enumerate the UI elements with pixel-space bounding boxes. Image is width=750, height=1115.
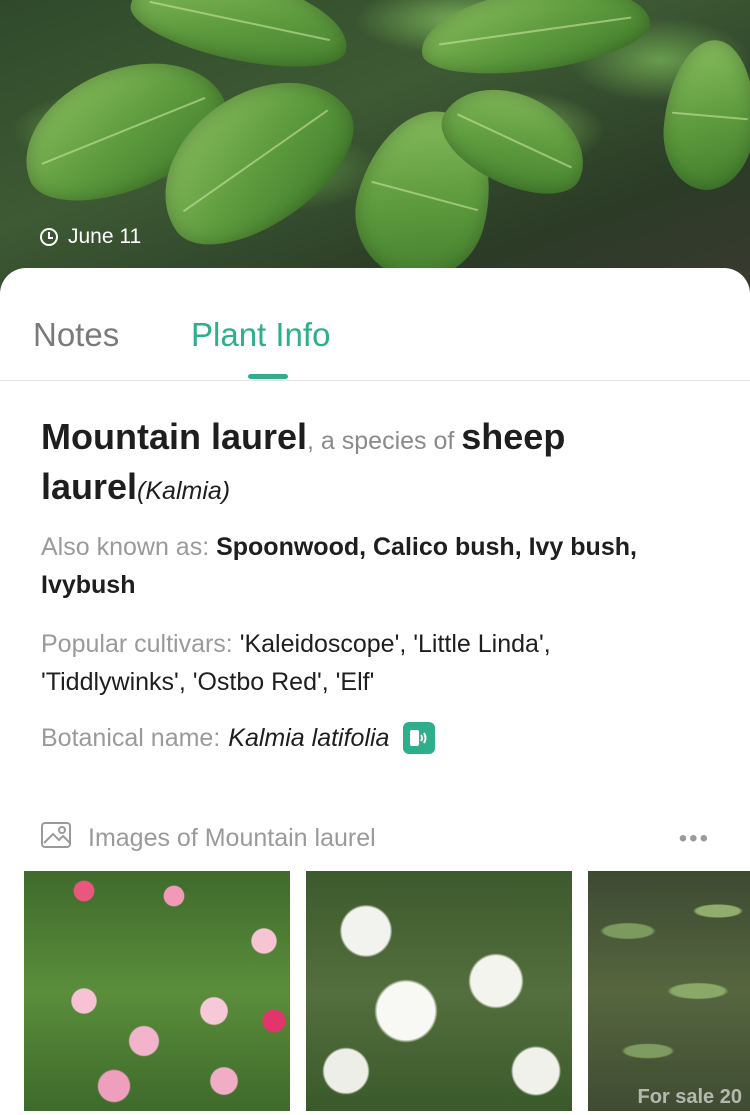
- plant-info-sheet: Notes Plant Info Mountain laurel, a spec…: [0, 268, 750, 1115]
- more-options-icon[interactable]: •••: [679, 825, 710, 853]
- image-gallery: For sale 20: [24, 871, 750, 1115]
- popular-cultivars: Popular cultivars: 'Kaleidoscope', 'Litt…: [41, 625, 681, 701]
- plant-headline: Mountain laurel, a species of sheep laur…: [41, 414, 701, 514]
- plant-image-white-flowers[interactable]: [306, 871, 572, 1111]
- plant-image-pink-flowers[interactable]: [24, 871, 290, 1111]
- botanical-label: Botanical name:: [41, 724, 221, 752]
- tab-plant-info[interactable]: Plant Info: [191, 316, 330, 354]
- botanical-value: Kalmia latifolia: [228, 724, 390, 752]
- photo-date-text: June 11: [68, 225, 142, 248]
- species-connector: , a species of: [307, 427, 462, 455]
- also-known-as: Also known as: Spoonwood, Calico bush, I…: [41, 528, 681, 604]
- plant-image-foliage[interactable]: For sale 20: [588, 871, 750, 1111]
- active-tab-indicator: [248, 374, 288, 379]
- images-section-title: Images of Mountain laurel: [88, 824, 376, 852]
- pronunciation-speaker-icon[interactable]: [403, 722, 436, 754]
- genus-scientific-name: (Kalmia): [137, 477, 231, 505]
- image-watermark: For sale 20: [637, 1086, 742, 1108]
- hero-photo: June 11: [0, 0, 750, 300]
- tab-bar: Notes Plant Info: [0, 268, 750, 381]
- plant-common-name: Mountain laurel: [41, 416, 308, 457]
- plant-info-content: Mountain laurel, a species of sheep laur…: [41, 414, 701, 754]
- tab-notes[interactable]: Notes: [33, 316, 119, 354]
- botanical-name: Botanical name: Kalmia latifolia: [41, 719, 701, 757]
- leaf-shape: [658, 36, 750, 194]
- clock-icon: [40, 228, 58, 246]
- aka-label: Also known as:: [41, 533, 217, 561]
- images-section-header: Images of Mountain laurel •••: [40, 821, 710, 856]
- photo-date: June 11: [40, 225, 141, 249]
- cultivars-label: Popular cultivars:: [41, 630, 240, 658]
- gallery-icon: [40, 821, 74, 856]
- leaf-shape: [415, 0, 655, 86]
